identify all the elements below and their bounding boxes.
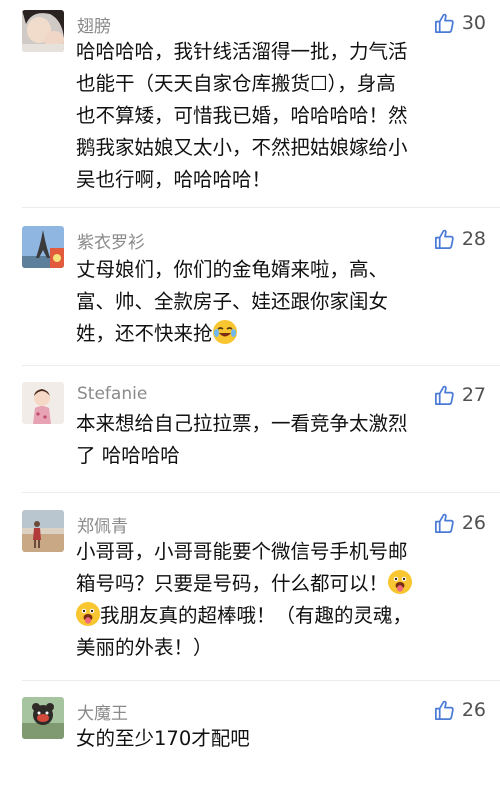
avatar[interactable] bbox=[22, 10, 64, 52]
avatar[interactable] bbox=[22, 510, 64, 552]
thumbs-up-icon bbox=[434, 229, 454, 249]
avatar[interactable] bbox=[22, 226, 64, 268]
comment-item: 郑佩青 26 小哥哥，小哥哥能要个微信号手机号邮 箱号吗？只要是号码，什么都可以… bbox=[0, 510, 500, 670]
comment-line: 鹅我家姑娘又太小，不然把姑娘嫁给小 bbox=[76, 136, 408, 159]
like-button[interactable]: 27 bbox=[433, 382, 486, 408]
commenter-name[interactable]: 郑佩青 bbox=[77, 512, 128, 537]
comment-line-with-emoji: 姓，还不快来抢 bbox=[76, 318, 486, 350]
like-button[interactable]: 26 bbox=[433, 697, 486, 723]
comment-item: 紫衣罗衫 28 丈母娘们，你们的金龟婿来啦，高、 富、帅、全款房子、娃还跟你家闺… bbox=[0, 226, 500, 356]
commenter-name[interactable]: 翅膀 bbox=[77, 12, 111, 37]
divider bbox=[22, 207, 500, 208]
comment-text: 女的至少170才配吧 bbox=[76, 723, 486, 755]
like-count: 26 bbox=[461, 699, 486, 721]
like-count: 26 bbox=[461, 512, 486, 534]
divider bbox=[22, 365, 500, 366]
comment-text: 本来想给自己拉拉票，一看竞争太激烈 了 哈哈哈哈 bbox=[76, 408, 486, 472]
comment-line: 富、帅、全款房子、娃还跟你家闺女 bbox=[76, 290, 389, 313]
comment-line-with-emoji: 我朋友真的超棒哦！（有趣的灵魂， bbox=[76, 600, 486, 632]
tongue-out-emoji-icon bbox=[388, 570, 413, 594]
comment-item: Stefanie 27 本来想给自己拉拉票，一看竞争太激烈 了 哈哈哈哈 bbox=[0, 382, 500, 482]
divider bbox=[22, 680, 500, 681]
like-button[interactable]: 28 bbox=[433, 226, 486, 252]
like-count: 30 bbox=[461, 12, 486, 34]
comment-line: 箱号吗？只要是号码，什么都可以！ bbox=[76, 572, 389, 595]
comment-text: 哈哈哈哈，我针线活溜得一批，力气活 也能干（天天自家仓库搬货☐），身高 也不算矮… bbox=[76, 36, 486, 196]
comment-line: 本来想给自己拉拉票，一看竞争太激烈 bbox=[76, 412, 408, 435]
comment-line: 也能干（天天自家仓库搬货☐），身高 bbox=[76, 72, 396, 95]
like-count: 28 bbox=[461, 228, 486, 250]
thumbs-up-icon bbox=[434, 700, 454, 720]
divider bbox=[22, 492, 500, 493]
commenter-name[interactable]: 大魔王 bbox=[77, 699, 128, 724]
comment-text: 小哥哥，小哥哥能要个微信号手机号邮 箱号吗？只要是号码，什么都可以！ 我朋友真的… bbox=[76, 536, 486, 664]
like-button[interactable]: 30 bbox=[433, 10, 486, 36]
comment-line: 姓，还不快来抢 bbox=[76, 322, 213, 345]
tongue-out-emoji-icon bbox=[76, 602, 100, 626]
like-button[interactable]: 26 bbox=[433, 510, 486, 536]
comment-line: 女的至少170才配吧 bbox=[76, 727, 250, 750]
thumbs-up-icon bbox=[434, 385, 454, 405]
commenter-name[interactable]: Stefanie bbox=[77, 384, 147, 404]
comment-line: 我朋友真的超棒哦！（有趣的灵魂， bbox=[100, 604, 413, 627]
thumbs-up-icon bbox=[434, 13, 454, 33]
comment-line: 吴也行啊，哈哈哈哈！ bbox=[76, 168, 272, 191]
comment-line: 丈母娘们，你们的金龟婿来啦，高、 bbox=[76, 258, 389, 281]
like-count: 27 bbox=[461, 384, 486, 406]
laughing-crying-emoji-icon bbox=[212, 320, 237, 344]
commenter-name[interactable]: 紫衣罗衫 bbox=[77, 228, 145, 253]
comment-line: 也不算矮，可惜我已婚，哈哈哈哈！然 bbox=[76, 104, 408, 127]
thumbs-up-icon bbox=[434, 513, 454, 533]
comment-line-with-emoji: 箱号吗？只要是号码，什么都可以！ bbox=[76, 568, 486, 600]
comment-text: 丈母娘们，你们的金龟婿来啦，高、 富、帅、全款房子、娃还跟你家闺女 姓，还不快来… bbox=[76, 254, 486, 350]
comment-item: 翅膀 30 哈哈哈哈，我针线活溜得一批，力气活 也能干（天天自家仓库搬货☐），身… bbox=[0, 10, 500, 200]
comment-item: 大魔王 26 女的至少170才配吧 bbox=[0, 697, 500, 777]
avatar[interactable] bbox=[22, 382, 64, 424]
comment-line: 哈哈哈哈，我针线活溜得一批，力气活 bbox=[76, 40, 408, 63]
comment-line: 了 哈哈哈哈 bbox=[76, 444, 180, 467]
avatar[interactable] bbox=[22, 697, 64, 739]
comment-line: 小哥哥，小哥哥能要个微信号手机号邮 bbox=[76, 540, 408, 563]
comment-line: 美丽的外表！） bbox=[76, 636, 213, 659]
